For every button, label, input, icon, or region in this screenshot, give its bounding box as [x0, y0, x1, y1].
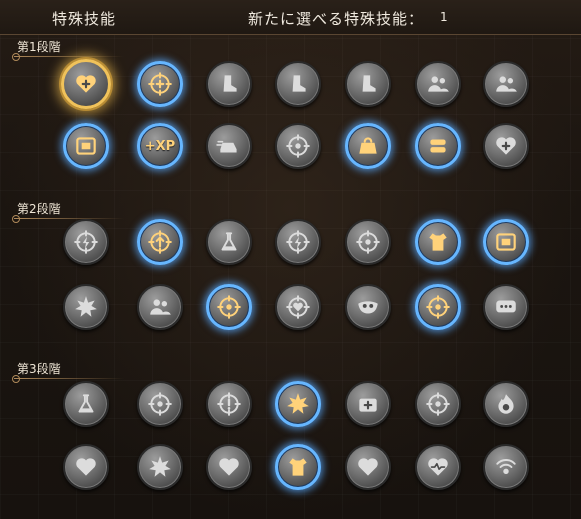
speed-car-icon [216, 140, 237, 153]
skill-button[interactable] [63, 284, 109, 330]
skill-button[interactable] [345, 61, 391, 107]
skill-button[interactable] [483, 61, 529, 107]
blast-target-icon [356, 230, 380, 254]
skill-button[interactable] [206, 444, 252, 490]
skill-button[interactable] [415, 123, 461, 169]
ticket-icon [76, 137, 96, 155]
squad-alert-icon [496, 76, 517, 92]
burst-arrows-icon [75, 296, 97, 317]
skill-button[interactable] [137, 284, 183, 330]
skill-button[interactable] [345, 444, 391, 490]
cycle-target-icon [217, 295, 241, 319]
skill-button[interactable] [275, 381, 321, 427]
skill-button[interactable] [415, 61, 461, 107]
runner-target-icon [148, 392, 172, 416]
team-refresh-icon [150, 299, 171, 315]
burst-hand-icon [287, 393, 309, 414]
team-star-icon [428, 76, 449, 92]
skill-button[interactable] [206, 219, 252, 265]
xp-plus-icon: +XP [144, 138, 176, 154]
armor-up-icon [289, 458, 307, 476]
boot-icon [292, 75, 306, 92]
medkit-arrow-icon [359, 398, 377, 412]
lightning-target-icon [74, 230, 98, 254]
skill-button[interactable] [483, 444, 529, 490]
page-title: 特殊技能 [52, 10, 117, 28]
skill-button[interactable] [345, 219, 391, 265]
skill-button[interactable] [63, 123, 109, 169]
skill-button[interactable] [345, 381, 391, 427]
heart-plus-icon [76, 75, 96, 93]
explosion-icon [149, 456, 171, 477]
skill-button[interactable] [415, 219, 461, 265]
heart-shield-icon [219, 458, 239, 476]
mask-icon [358, 301, 378, 314]
heart-plus-medkit-icon [496, 137, 516, 155]
skill-button[interactable] [63, 219, 109, 265]
stage-divider [12, 215, 124, 223]
skill-button[interactable] [345, 123, 391, 169]
skill-button[interactable] [483, 123, 529, 169]
chat-bubble-icon [496, 300, 516, 313]
skill-button[interactable] [483, 219, 529, 265]
skill-button[interactable] [415, 444, 461, 490]
skill-button[interactable] [483, 381, 529, 427]
skill-button[interactable] [137, 61, 183, 107]
boot-stripes-icon [223, 75, 237, 92]
stage-label: 第2段階 [17, 202, 61, 216]
armor-vest-icon [429, 233, 447, 251]
skill-button[interactable] [275, 219, 321, 265]
cards-icon [496, 233, 516, 251]
skill-button[interactable] [137, 219, 183, 265]
boot-target-icon [426, 392, 450, 416]
skill-button[interactable] [206, 123, 252, 169]
skill-button[interactable] [415, 284, 461, 330]
skill-button[interactable] [275, 123, 321, 169]
skill-button[interactable] [61, 59, 111, 109]
skill-button[interactable] [275, 61, 321, 107]
stage-divider [12, 53, 124, 61]
stage-label: 第1段階 [17, 40, 61, 54]
crosshair-arrow-icon [148, 230, 172, 254]
skill-button[interactable] [206, 61, 252, 107]
crosshair-plus-icon [148, 72, 172, 96]
lightning-target-icon [286, 230, 310, 254]
stage-divider [12, 375, 124, 383]
flask-up-icon [78, 394, 94, 413]
weight-icon [359, 137, 377, 154]
skill-button[interactable] [63, 381, 109, 427]
skill-button[interactable] [137, 381, 183, 427]
skill-button[interactable] [63, 444, 109, 490]
skill-button[interactable] [415, 381, 461, 427]
new-skills-label: 新たに選べる特殊技能： [248, 10, 425, 28]
header-bar: 特殊技能 新たに選べる特殊技能： 1 [0, 0, 581, 35]
skill-button[interactable] [275, 444, 321, 490]
skill-button[interactable] [206, 284, 252, 330]
skill-button[interactable] [345, 284, 391, 330]
heart-icon [76, 458, 96, 476]
bleed-heart-icon [358, 458, 378, 476]
ammo-icon [430, 139, 446, 153]
skill-button[interactable] [275, 284, 321, 330]
skill-button[interactable] [137, 444, 183, 490]
wifi-runner-icon [496, 459, 516, 475]
fire-skull-icon [498, 394, 514, 414]
skill-button[interactable] [206, 381, 252, 427]
flask-icon [221, 232, 237, 251]
new-skills-count: 1 [440, 10, 448, 24]
stage-label: 第3段階 [17, 362, 61, 376]
target-timer-icon [286, 134, 310, 158]
heart-target-icon [286, 295, 310, 319]
alert-target-icon [217, 392, 241, 416]
drop-target-icon [426, 295, 450, 319]
skill-button[interactable] [483, 284, 529, 330]
skill-button[interactable]: +XP [137, 123, 183, 169]
running-shoe-icon [362, 75, 376, 92]
heart-pulse-icon [428, 458, 448, 476]
